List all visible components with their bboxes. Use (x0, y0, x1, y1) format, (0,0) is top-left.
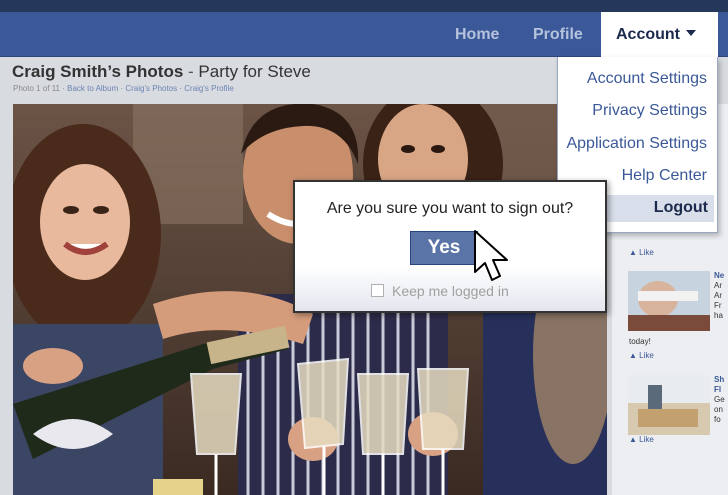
logout-label: Logout (653, 199, 708, 216)
caret-down-icon (686, 29, 696, 36)
breadcrumb: Photo 1 of 11 · Back to Album · Craig's … (13, 84, 234, 93)
sidebar-thumbnail[interactable] (628, 271, 710, 331)
photo-count: Photo 1 of 11 (13, 84, 60, 93)
yes-button[interactable]: Yes (410, 231, 478, 265)
like-link[interactable]: ▲ Like (629, 248, 654, 257)
nav-account-menu[interactable]: Account (601, 12, 718, 58)
page-title: Craig Smith’s Photos - Party for Steve (12, 62, 311, 82)
keep-logged-in-label: Keep me logged in (392, 283, 509, 299)
top-strip (0, 0, 728, 12)
top-nav-bar: Home Profile Account (0, 12, 728, 58)
album-name: Party for Steve (198, 62, 311, 81)
menu-application-settings[interactable]: Application Settings (566, 135, 707, 153)
sidebar-snippet-1: Ne Ar Ar Fr ha (714, 271, 725, 320)
nav-home-link[interactable]: Home (455, 12, 499, 57)
keep-logged-in-checkbox[interactable]: Keep me logged in (371, 283, 509, 299)
sidebar-thumbnail[interactable] (628, 375, 710, 435)
back-to-album-link[interactable]: Back to Album (67, 84, 118, 93)
checkbox-icon (371, 284, 384, 297)
like-link[interactable]: ▲ Like (629, 351, 654, 360)
sidebar-snippet-2: Sh Fl Ge on fo (714, 375, 725, 424)
like-link[interactable]: ▲ Like (629, 435, 654, 444)
dialog-question: Are you sure you want to sign out? (326, 200, 574, 217)
menu-account-settings[interactable]: Account Settings (587, 70, 707, 88)
menu-help-center[interactable]: Help Center (622, 167, 707, 185)
owner-photos-link[interactable]: Craig's Photos (125, 84, 177, 93)
title-separator: - (188, 62, 194, 81)
nav-profile-link[interactable]: Profile (533, 12, 583, 57)
account-label: Account (616, 26, 680, 43)
sign-out-dialog: Are you sure you want to sign out? Yes K… (293, 180, 607, 313)
owner-profile-link[interactable]: Craig's Profile (184, 84, 234, 93)
menu-privacy-settings[interactable]: Privacy Settings (592, 102, 707, 120)
mouse-pointer-icon (474, 230, 508, 281)
photos-owner[interactable]: Craig Smith’s Photos (12, 62, 183, 81)
sidebar-today: today! (629, 337, 651, 346)
